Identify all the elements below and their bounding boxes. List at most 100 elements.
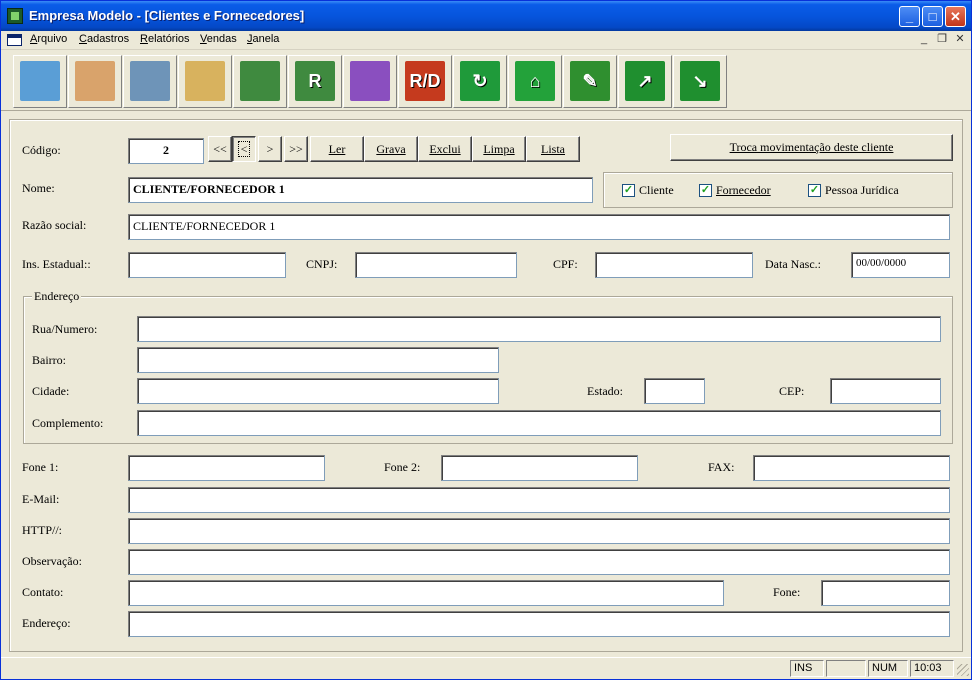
minimize-button[interactable]: _ xyxy=(899,6,920,27)
razao-social-label: Razão social: xyxy=(22,218,87,232)
toolbar-button-folders[interactable] xyxy=(178,55,232,108)
data-nasc-field[interactable]: 00/00/0000 xyxy=(851,252,950,278)
endereco-group-title: Endereço xyxy=(32,289,82,304)
resize-grip-icon[interactable] xyxy=(957,664,969,676)
codigo-field[interactable]: 2 xyxy=(128,138,204,164)
fone1-label: Fone 1: xyxy=(22,460,59,474)
nome-label: Nome: xyxy=(22,181,55,195)
cnpj-label: CNPJ: xyxy=(306,257,338,271)
menu-arquivo[interactable]: Arquivo xyxy=(30,33,67,45)
toolbar-button-report[interactable]: R xyxy=(288,55,342,108)
cep-field[interactable] xyxy=(830,378,941,404)
estado-field[interactable] xyxy=(644,378,705,404)
cliente-checkbox[interactable]: ✓ xyxy=(622,184,635,197)
complemento-field[interactable] xyxy=(137,410,941,436)
toolbar-button-spreadsheet[interactable] xyxy=(343,55,397,108)
toolbar-button-people[interactable] xyxy=(68,55,122,108)
toolbar-button-pen[interactable]: ✎ xyxy=(563,55,617,108)
toolbar-button-chart-down[interactable]: ↘ xyxy=(673,55,727,108)
toolbar: R R/D ↻ ⌂ ✎ ↗ ↘ xyxy=(1,51,971,111)
minimize-icon: _ xyxy=(905,9,914,24)
close-icon: ✕ xyxy=(950,9,961,24)
observacao-field[interactable] xyxy=(128,549,950,575)
file-cabinet-icon xyxy=(130,61,170,101)
nome-field[interactable]: CLIENTE/FORNECEDOR 1 xyxy=(128,177,593,203)
cnpj-field[interactable] xyxy=(355,252,517,278)
menu-vendas[interactable]: Vendas xyxy=(200,33,237,45)
grava-label: Grava xyxy=(376,142,406,156)
pessoa-juridica-checkbox[interactable]: ✓ xyxy=(808,184,821,197)
next-record-button[interactable]: > xyxy=(258,136,282,162)
limpa-label: Limpa xyxy=(483,142,515,156)
cidade-field[interactable] xyxy=(137,378,499,404)
fone1-field[interactable] xyxy=(128,455,325,481)
status-caps xyxy=(826,660,866,677)
razao-social-field[interactable]: CLIENTE/FORNECEDOR 1 xyxy=(128,214,950,240)
bairro-field[interactable] xyxy=(137,347,499,373)
maximize-button[interactable]: □ xyxy=(922,6,943,27)
ler-button[interactable]: Ler xyxy=(310,136,364,162)
contato-label: Contato: xyxy=(22,585,64,599)
grava-button[interactable]: Grava xyxy=(364,136,418,162)
mdi-close-icon[interactable]: ✕ xyxy=(952,32,968,47)
rd-stamp-glyph: R/D xyxy=(409,71,441,91)
status-bar: INS NUM 10:03 xyxy=(1,657,971,679)
cep-label: CEP: xyxy=(779,384,805,398)
status-time: 10:03 xyxy=(910,660,954,677)
fax-field[interactable] xyxy=(753,455,950,481)
menu-cadastros[interactable]: Cadastros xyxy=(79,33,129,45)
fornecedor-checkbox[interactable]: ✓ xyxy=(699,184,712,197)
ins-estadual-field[interactable] xyxy=(128,252,286,278)
limpa-button[interactable]: Limpa xyxy=(472,136,526,162)
mdi-minimize-icon[interactable]: _ xyxy=(916,32,932,47)
toolbar-button-map[interactable] xyxy=(13,55,67,108)
troca-movimentacao-button[interactable]: Troca movimentação deste cliente xyxy=(670,134,953,161)
first-record-button[interactable]: << xyxy=(208,136,232,162)
title-bar[interactable]: Empresa Modelo - [Clientes e Fornecedore… xyxy=(1,1,971,31)
last-record-button[interactable]: >> xyxy=(284,136,308,162)
pessoa-juridica-label: Pessoa Jurídica xyxy=(825,183,899,197)
lista-button[interactable]: Lista xyxy=(526,136,580,162)
mdi-restore-icon[interactable]: ❐ xyxy=(934,32,950,47)
rua-numero-label: Rua/Numero: xyxy=(32,322,98,336)
menu-relatorios[interactable]: Relatórios xyxy=(140,33,190,45)
previous-record-button[interactable]: < xyxy=(232,136,256,162)
email-field[interactable] xyxy=(128,487,950,513)
status-ins: INS xyxy=(790,660,824,677)
fone2-field[interactable] xyxy=(441,455,638,481)
contato-field[interactable] xyxy=(128,580,724,606)
mdi-child-icon[interactable] xyxy=(7,34,22,46)
toolbar-button-home[interactable]: ⌂ xyxy=(508,55,562,108)
estado-label: Estado: xyxy=(587,384,623,398)
pen-glyph: ✎ xyxy=(582,71,598,91)
rua-numero-field[interactable] xyxy=(137,316,941,342)
main-window: Empresa Modelo - [Clientes e Fornecedore… xyxy=(0,0,972,680)
home-glyph: ⌂ xyxy=(529,71,541,91)
endereco2-label: Endereço: xyxy=(22,616,71,630)
close-button[interactable]: ✕ xyxy=(945,6,966,27)
endereco2-field[interactable] xyxy=(128,611,950,637)
exclui-button[interactable]: Exclui xyxy=(418,136,472,162)
app-icon[interactable] xyxy=(7,8,23,24)
ins-estadual-label: Ins. Estadual:: xyxy=(22,257,91,271)
toolbar-button-refresh[interactable]: ↻ xyxy=(453,55,507,108)
toolbar-button-chart-up[interactable]: ↗ xyxy=(618,55,672,108)
previous-record-label: < xyxy=(237,141,251,157)
spreadsheet-icon xyxy=(350,61,390,101)
fone-label: Fone: xyxy=(773,585,801,599)
complemento-label: Complemento: xyxy=(32,416,104,430)
toolbar-button-file-cabinet[interactable] xyxy=(123,55,177,108)
fone-field[interactable] xyxy=(821,580,950,606)
cpf-field[interactable] xyxy=(595,252,753,278)
lista-label: Lista xyxy=(541,142,565,156)
chart-down-glyph: ↘ xyxy=(692,71,708,91)
notepad-edit-icon xyxy=(240,61,280,101)
troca-movimentacao-label: Troca movimentação deste cliente xyxy=(729,140,894,154)
menu-janela[interactable]: Janela xyxy=(247,33,279,45)
http-field[interactable] xyxy=(128,518,950,544)
observacao-label: Observação: xyxy=(22,554,82,568)
clientes-form: Código: 2 << < > >> Ler Grava Exclui Lim… xyxy=(9,119,963,652)
toolbar-button-rd-stamp[interactable]: R/D xyxy=(398,55,452,108)
cliente-label: Cliente xyxy=(639,183,674,197)
toolbar-button-notepad-edit[interactable] xyxy=(233,55,287,108)
